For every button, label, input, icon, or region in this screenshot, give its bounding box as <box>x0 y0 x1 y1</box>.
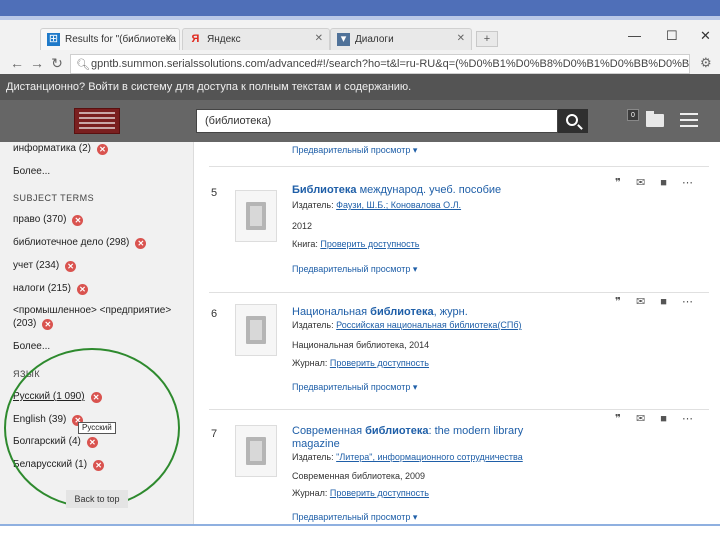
divider <box>209 166 709 167</box>
remove-icon[interactable]: ✕ <box>42 319 54 330</box>
close-icon[interactable]: ✕ <box>457 33 465 44</box>
result-title-line2[interactable]: magazine <box>292 438 340 450</box>
preview-toggle[interactable]: Предварительный просмотр ▾ <box>292 512 417 523</box>
result-publisher: Издатель: Фаузи, Ш.Б.; Коновалова О.Л. <box>292 200 462 210</box>
preview-toggle[interactable]: Предварительный просмотр ▾ <box>292 264 417 275</box>
browser-chrome: ⊞ Results for "(библиотека ✕ Я Яндекс ✕ … <box>0 20 720 74</box>
result-year: 2012 <box>292 221 313 231</box>
url-text: gpntb.summon.serialssolutions.com/advanc… <box>91 58 690 70</box>
result-title[interactable]: Национальная библиотека, журн. <box>292 306 468 318</box>
slide-bottom-border <box>0 524 720 540</box>
remove-icon[interactable]: ✕ <box>135 238 147 249</box>
facet-item[interactable]: налоги (215) ✕ <box>13 283 88 295</box>
folder-icon[interactable] <box>646 111 664 127</box>
banner-text: Дистанционно? Войти в систему для доступ… <box>6 81 412 93</box>
divider <box>209 409 709 410</box>
address-bar[interactable]: 🔍︎ gpntb.summon.serialssolutions.com/adv… <box>70 54 690 74</box>
preview-toggle[interactable]: Предварительный просмотр ▾ <box>292 145 417 156</box>
tab-summon[interactable]: ⊞ Results for "(библиотека ✕ <box>40 28 180 50</box>
result-publisher: Издатель: "Литера", информационного сотр… <box>292 452 523 462</box>
book-icon[interactable] <box>235 190 277 242</box>
login-banner[interactable]: Дистанционно? Войти в систему для доступ… <box>0 74 720 100</box>
preview-toggle[interactable]: Предварительный просмотр ▾ <box>292 382 417 393</box>
result-actions[interactable]: ❞ ✉ ■ ⋯ <box>615 412 699 425</box>
page-icon: 🔍︎ <box>76 59 90 71</box>
site-header: (библиотека) 0 <box>0 100 720 142</box>
divider <box>209 292 709 293</box>
result-year: Современная библиотека, 2009 <box>292 471 426 481</box>
result-format: Журнал: Проверить доступность <box>292 358 429 368</box>
result-format: Журнал: Проверить доступность <box>292 488 429 498</box>
close-icon[interactable]: ✕ <box>315 33 323 44</box>
result-number: 6 <box>211 308 218 320</box>
facet-item[interactable]: <промышленное> <предприятие> <box>13 305 171 316</box>
results-list: Предварительный просмотр ▾ 5 Библиотека … <box>195 142 720 540</box>
tab-label: Диалоги <box>355 34 394 45</box>
search-icon <box>566 114 578 126</box>
facet-item[interactable]: библиотечное дело (298) ✕ <box>13 237 147 249</box>
remove-icon[interactable]: ✕ <box>72 215 84 226</box>
yandex-icon: Я <box>191 33 200 45</box>
tab-yandex[interactable]: Я Яндекс ✕ <box>182 28 330 50</box>
close-icon[interactable]: ✕ <box>165 33 173 44</box>
nav-bar: ← → ↻ 🔍︎ gpntb.summon.serialssolutions.c… <box>0 53 720 75</box>
result-actions[interactable]: ❞ ✉ ■ ⋯ <box>615 176 699 189</box>
more-link[interactable]: Более... <box>13 341 50 352</box>
more-link[interactable]: Более... <box>13 166 50 177</box>
result-actions[interactable]: ❞ ✉ ■ ⋯ <box>615 295 699 308</box>
tab-label: Яндекс <box>207 34 241 45</box>
subjects-heading: SUBJECT TERMS <box>13 193 95 203</box>
highlight-circle <box>4 348 180 508</box>
remove-icon[interactable]: ✕ <box>65 261 77 272</box>
settings-wrench-icon[interactable]: ⚙ <box>700 55 712 71</box>
back-to-top-button[interactable]: Back to top <box>66 490 128 508</box>
result-title[interactable]: Современная библиотека: the modern libra… <box>292 425 523 437</box>
close-window-button[interactable]: ✕ <box>700 28 711 44</box>
back-arrow-icon[interactable]: ← <box>8 55 26 71</box>
library-logo[interactable] <box>74 108 120 134</box>
journal-icon[interactable] <box>235 425 277 477</box>
result-format: Книга: Проверить доступность <box>292 239 420 249</box>
tab-strip: ⊞ Results for "(библиотека ✕ Я Яндекс ✕ … <box>0 28 720 50</box>
tab-label: Results for "(библиотека <box>65 34 176 45</box>
vk-icon: ▾ <box>337 33 350 46</box>
search-input[interactable]: (библиотека) <box>196 109 558 133</box>
saved-count-badge: 0 <box>627 109 639 121</box>
journal-icon[interactable] <box>235 304 277 356</box>
desktop-strip <box>0 0 720 20</box>
facet-item[interactable]: право (370) ✕ <box>13 214 84 226</box>
remove-icon[interactable]: ✕ <box>76 284 88 295</box>
facet-item[interactable]: учет (234) ✕ <box>13 260 77 272</box>
result-title[interactable]: Библиотека международ. учеб. пособие <box>292 184 501 196</box>
remove-icon[interactable]: ✕ <box>97 144 108 155</box>
result-number: 5 <box>211 187 218 199</box>
search-button[interactable] <box>558 109 588 133</box>
maximize-button[interactable]: ☐ <box>666 28 678 44</box>
forward-arrow-icon[interactable]: → <box>28 55 46 71</box>
result-publisher: Издатель: Российская национальная библио… <box>292 320 522 330</box>
tab-dialogs[interactable]: ▾ Диалоги ✕ <box>330 28 472 50</box>
result-year: Национальная библиотека, 2014 <box>292 340 430 350</box>
result-number: 7 <box>211 428 218 440</box>
search-value: (библиотека) <box>205 115 272 127</box>
menu-icon[interactable] <box>680 113 698 131</box>
new-tab-button[interactable]: + <box>476 31 498 47</box>
reload-icon[interactable]: ↻ <box>48 55 66 72</box>
facet-item[interactable]: информатика (2) ✕ <box>13 143 108 155</box>
minimize-button[interactable]: — <box>628 28 641 43</box>
facet-item-count[interactable]: (203) ✕ <box>13 318 54 330</box>
summon-icon: ⊞ <box>47 33 60 46</box>
